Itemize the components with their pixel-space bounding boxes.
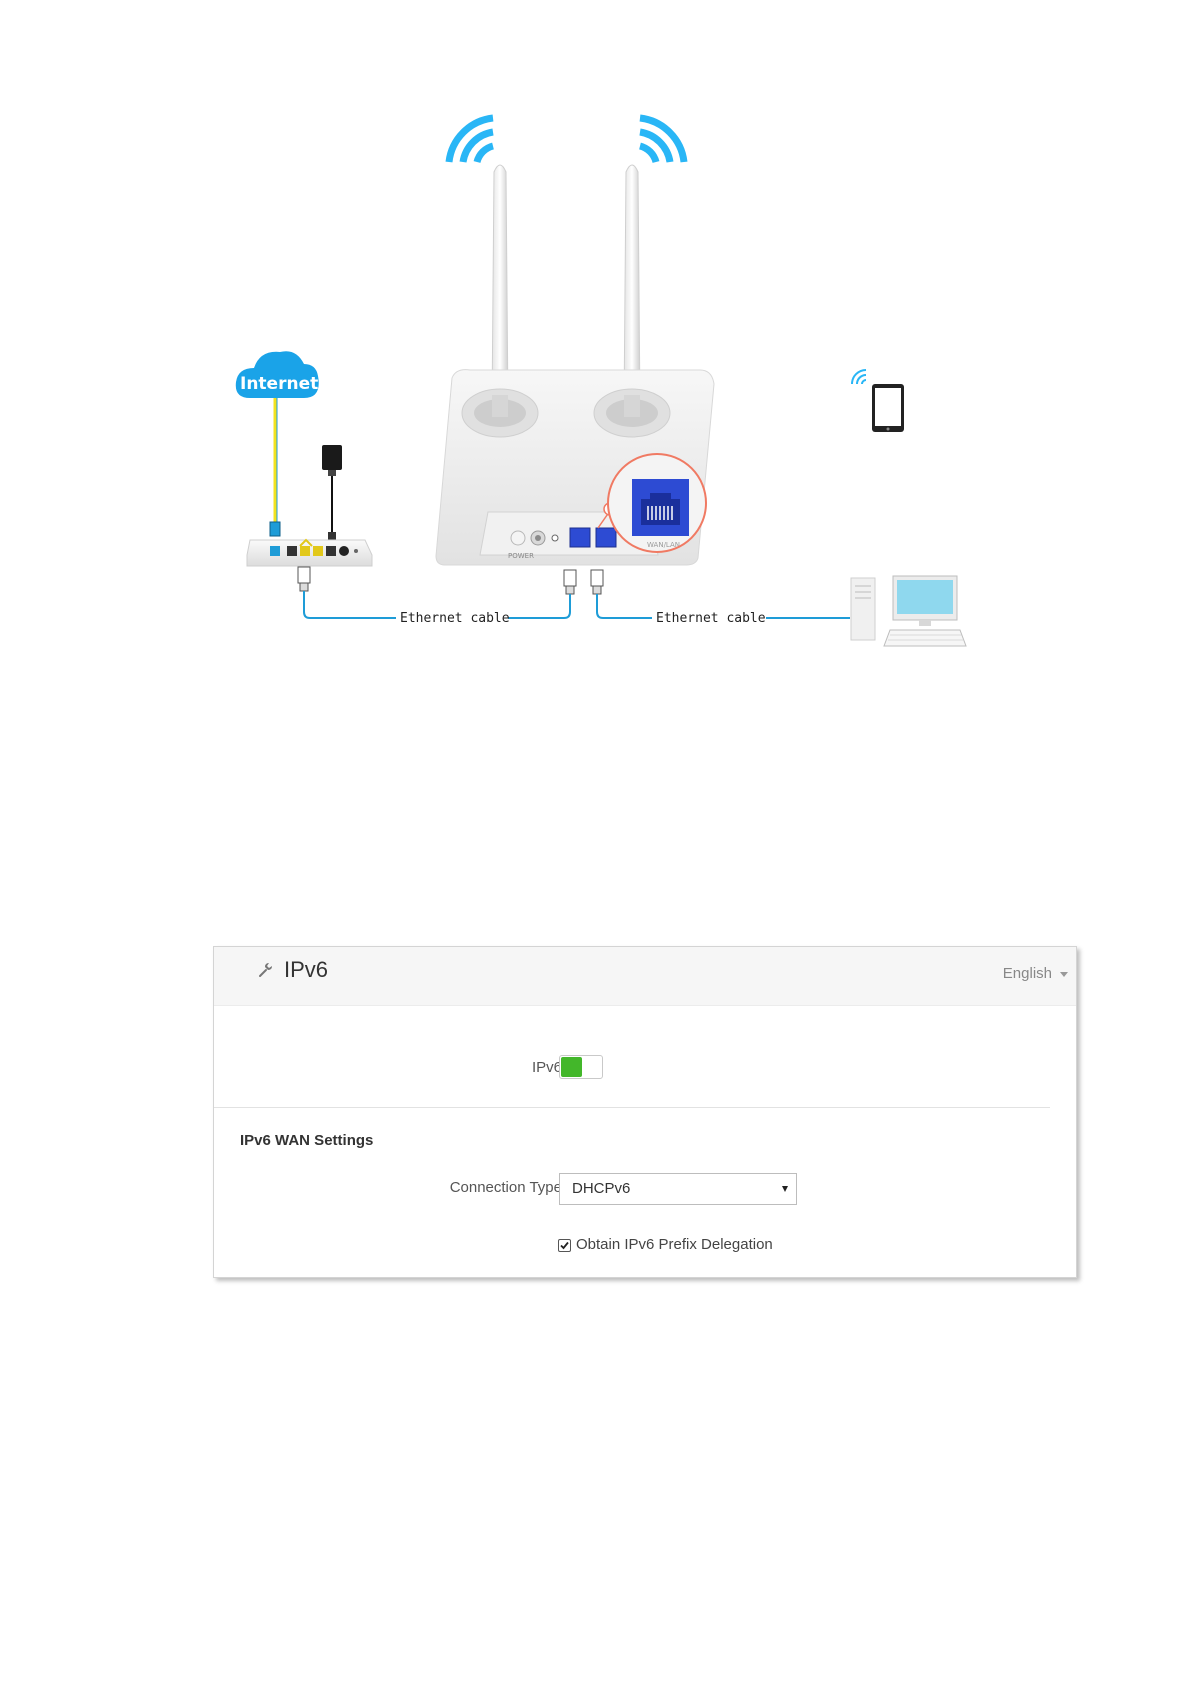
connection-type-select[interactable]: DHCPv6 [559, 1173, 797, 1205]
ethernet-cable-left: Ethernet cable [297, 566, 577, 626]
checkmark-icon [560, 1241, 569, 1250]
prefix-delegation-label: Obtain IPv6 Prefix Delegation [576, 1236, 773, 1253]
toggle-on-indicator [561, 1057, 582, 1077]
desktop-computer-icon [850, 575, 967, 647]
modem-device [246, 538, 373, 567]
internet-cloud-icon: Internet [235, 351, 319, 398]
language-dropdown[interactable]: English [1003, 965, 1068, 982]
cloud-label: Internet [240, 374, 318, 394]
connection-type-value: DHCPv6 [572, 1180, 631, 1197]
prefix-delegation-checkbox[interactable] [558, 1239, 571, 1252]
network-topology-diagram: POWER WAN/LAN Internet Ethernet cable Et… [235, 114, 967, 647]
chevron-down-icon [1060, 971, 1068, 977]
wifi-signal-left-icon [445, 114, 495, 164]
svg-text:POWER: POWER [508, 552, 534, 560]
caret-down-icon [782, 1186, 788, 1192]
section-divider [214, 1107, 1050, 1108]
ethernet-cable-left-label: Ethernet cable [400, 611, 510, 626]
wifi-signal-right-icon [638, 114, 688, 164]
power-adapter-icon [322, 445, 342, 542]
language-value: English [1002, 965, 1052, 982]
ethernet-cable-right-label: Ethernet cable [656, 611, 766, 626]
ethernet-cable-right: Ethernet cable [590, 569, 850, 626]
ipv6-toggle-switch[interactable] [559, 1055, 603, 1079]
tablet-icon [851, 369, 904, 432]
ipv6-settings-panel: IPv6 English IPv6 IPv6 WAN Settings Conn… [213, 946, 1077, 1278]
panel-header: IPv6 English [214, 947, 1076, 1006]
page-title: IPv6 [284, 957, 329, 982]
section-title: IPv6 WAN Settings [240, 1132, 374, 1149]
connection-type-label: Connection Type [449, 1179, 562, 1196]
ipv6-toggle-label: IPv6 [531, 1059, 562, 1076]
wrench-icon [259, 963, 272, 977]
